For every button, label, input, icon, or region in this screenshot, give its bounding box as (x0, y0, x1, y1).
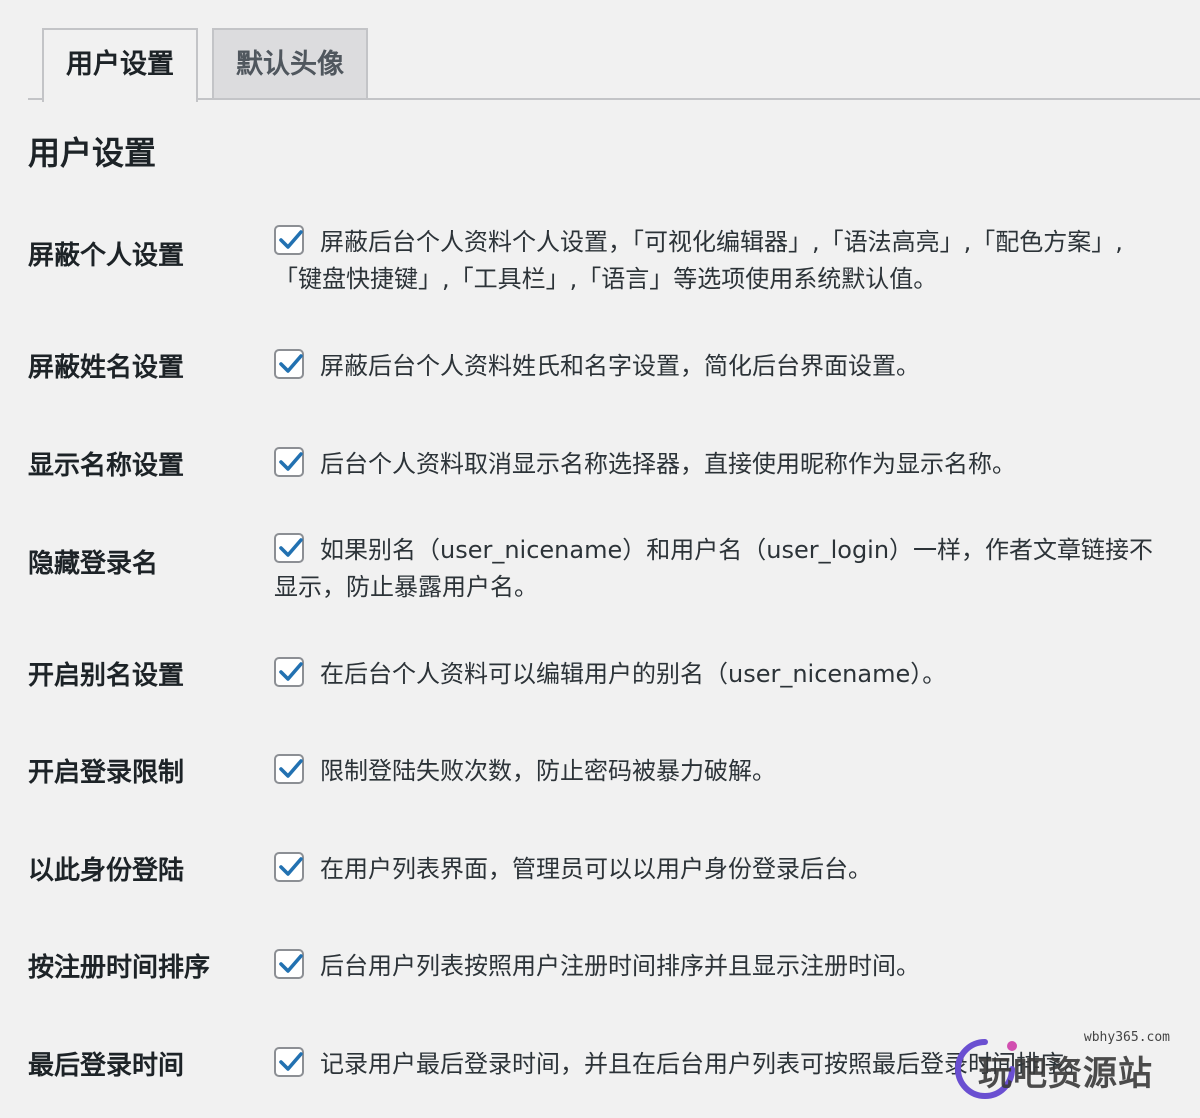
setting-field: 在用户列表界面，管理员可以以用户身份登录后台。 (274, 851, 1164, 888)
setting-label: 开启别名设置 (28, 661, 185, 691)
setting-checkbox[interactable] (274, 447, 304, 477)
setting-label: 隐藏登录名 (28, 549, 159, 579)
settings-tabs: 用户设置 默认头像 (0, 0, 1200, 102)
setting-description: 屏蔽后台个人资料姓氏和名字设置，简化后台界面设置。 (320, 352, 920, 380)
section-title: 用户设置 (28, 134, 157, 172)
setting-field: 在后台个人资料可以编辑用户的别名（user_nicename）。 (274, 656, 1164, 693)
checkmark-icon (279, 857, 303, 876)
setting-field: 后台用户列表按照用户注册时间排序并且显示注册时间。 (274, 948, 1164, 985)
setting-description: 后台用户列表按照用户注册时间排序并且显示注册时间。 (320, 952, 920, 980)
checkmark-icon (279, 954, 303, 973)
checkmark-icon (279, 354, 303, 373)
setting-checkbox[interactable] (274, 949, 304, 979)
checkmark-icon (279, 1052, 303, 1071)
setting-label: 以此身份登陆 (28, 856, 185, 886)
setting-label: 屏蔽姓名设置 (28, 353, 185, 383)
setting-checkbox[interactable] (274, 657, 304, 687)
watermark-url: wbhy365.com (1083, 1030, 1170, 1045)
setting-description: 如果别名（user_nicename）和用户名（user_login）一样，作者… (274, 536, 1154, 601)
setting-description: 限制登陆失败次数，防止密码被暴力破解。 (320, 757, 776, 785)
checkmark-icon (279, 538, 303, 557)
checkmark-icon (279, 230, 303, 249)
setting-checkbox[interactable] (274, 852, 304, 882)
watermark-text: 玩吧资源站 (978, 1054, 1153, 1094)
tab-user-settings[interactable]: 用户设置 (42, 28, 198, 102)
setting-field: 屏蔽后台个人资料姓氏和名字设置，简化后台界面设置。 (274, 348, 1164, 385)
setting-field: 限制登陆失败次数，防止密码被暴力破解。 (274, 753, 1164, 790)
setting-description: 在用户列表界面，管理员可以以用户身份登录后台。 (320, 855, 872, 883)
setting-label: 屏蔽个人设置 (28, 241, 185, 271)
setting-label: 按注册时间排序 (28, 953, 211, 983)
tab-default-avatar[interactable]: 默认头像 (212, 28, 368, 98)
checkmark-icon (279, 759, 303, 778)
setting-checkbox[interactable] (274, 1047, 304, 1077)
setting-checkbox[interactable] (274, 349, 304, 379)
checkmark-icon (279, 662, 303, 681)
tabs-divider (28, 98, 1200, 100)
setting-field: 屏蔽后台个人资料个人设置，「可视化编辑器」,「语法高亮」,「配色方案」,「键盘快… (274, 224, 1164, 298)
setting-label: 开启登录限制 (28, 758, 185, 788)
setting-field: 后台个人资料取消显示名称选择器，直接使用昵称作为显示名称。 (274, 446, 1164, 483)
setting-checkbox[interactable] (274, 754, 304, 784)
setting-checkbox[interactable] (274, 533, 304, 563)
setting-label: 最后登录时间 (28, 1051, 185, 1081)
checkmark-icon (279, 452, 303, 471)
setting-label: 显示名称设置 (28, 451, 185, 481)
setting-description: 后台个人资料取消显示名称选择器，直接使用昵称作为显示名称。 (320, 450, 1016, 478)
setting-description: 在后台个人资料可以编辑用户的别名（user_nicename）。 (320, 660, 947, 688)
watermark: wbhy365.com 玩吧资源站 (950, 1026, 1180, 1106)
setting-field: 如果别名（user_nicename）和用户名（user_login）一样，作者… (274, 532, 1164, 606)
setting-checkbox[interactable] (274, 225, 304, 255)
setting-description: 屏蔽后台个人资料个人设置，「可视化编辑器」,「语法高亮」,「配色方案」,「键盘快… (274, 228, 1123, 293)
